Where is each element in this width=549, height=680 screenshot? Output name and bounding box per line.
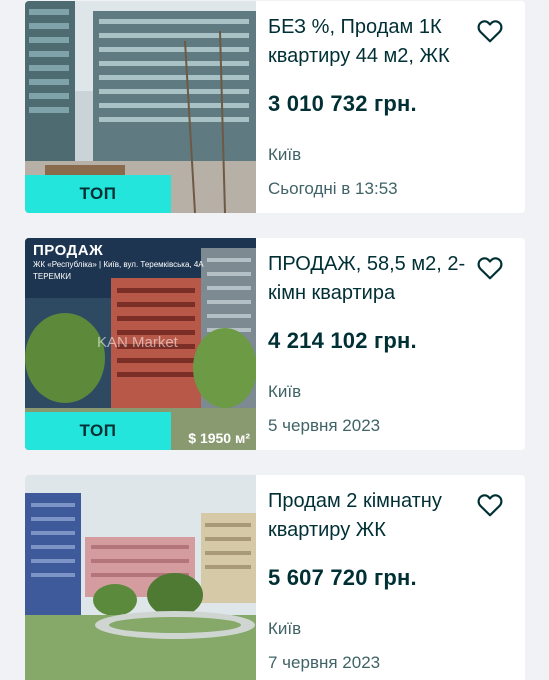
listing-date: 7 червня 2023 [268, 653, 381, 672]
building-photo [25, 475, 256, 680]
listing-price: 5 607 720 грн. [268, 565, 417, 590]
listing-photo[interactable]: ТОП [25, 1, 256, 213]
overlay-heading: ПРОДАЖ [33, 242, 104, 259]
watermark: KAN Market [97, 334, 178, 351]
listing-price: 4 214 102 грн. [268, 328, 417, 353]
listing-title[interactable]: Продам 2 кімнатну квартиру ЖК [268, 487, 511, 545]
listing-title[interactable]: БЕЗ %, Продам 1К квартиру 44 м2, ЖК [268, 13, 511, 71]
overlay-district: ТЕРЕМКИ [33, 272, 71, 281]
top-badge: ТОП [25, 175, 171, 213]
listing-city: Київ [268, 145, 302, 164]
listing-price: 3 010 732 грн. [268, 91, 417, 116]
heart-outline-icon[interactable] [477, 19, 503, 43]
listing-photo[interactable]: ПРОДАЖ ЖК «Республіка» | Київ, вул. Тере… [25, 238, 256, 450]
listing-card[interactable]: ТОП БЕЗ %, Продам 1К квартиру 44 м2, ЖК … [25, 1, 525, 213]
listing-card[interactable]: ПРОДАЖ ЖК «Республіка» | Київ, вул. Тере… [25, 238, 525, 450]
heart-outline-icon[interactable] [477, 256, 503, 280]
listing-card[interactable]: Продам 2 кімнатну квартиру ЖК 5 607 720 … [25, 475, 525, 680]
listing-date: Сьогодні в 13:53 [268, 179, 398, 198]
top-badge: ТОП [25, 412, 171, 450]
listing-city: Київ [268, 619, 302, 638]
heart-outline-icon[interactable] [477, 493, 503, 517]
listing-city: Київ [268, 382, 302, 401]
listing-title[interactable]: ПРОДАЖ, 58,5 м2, 2-кімн квартира [268, 250, 511, 308]
listing-date: 5 червня 2023 [268, 416, 381, 435]
overlay-address: ЖК «Республіка» | Київ, вул. Теремківськ… [33, 260, 204, 269]
overlay-price: $ 1950 м² [188, 430, 250, 446]
listing-photo[interactable] [25, 475, 256, 680]
